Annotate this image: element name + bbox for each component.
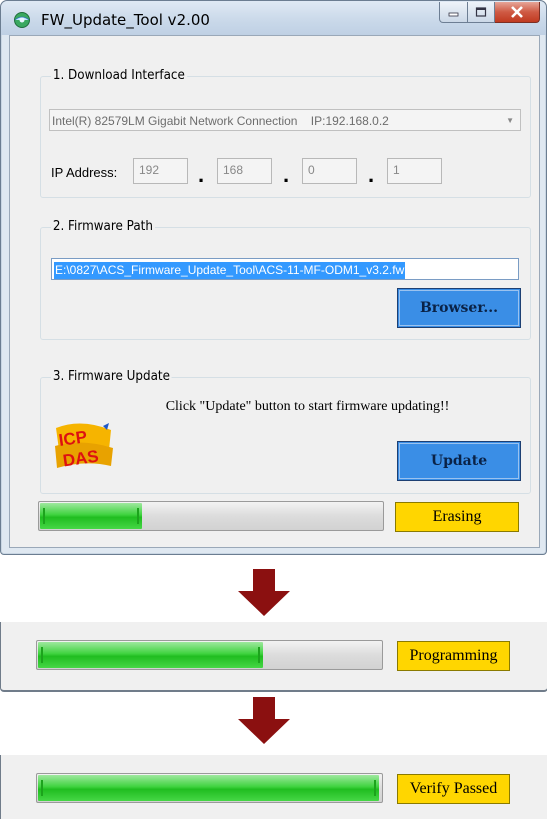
progress-fill-erasing xyxy=(40,503,142,529)
svg-text:ICP: ICP xyxy=(58,427,89,450)
programming-stage-strip: Programming xyxy=(0,622,547,692)
firmware-path-input[interactable]: E:\0827\ACS_Firmware_Update_Tool\ACS-11-… xyxy=(51,258,519,280)
ip-dot-2: . xyxy=(283,162,290,187)
firmware-update-group: 3. Firmware Update Click "Update" button… xyxy=(40,369,531,494)
minimize-icon xyxy=(448,12,458,17)
svg-text:DAS: DAS xyxy=(62,447,100,470)
download-interface-group: 1. Download Interface Intel(R) 82579LM G… xyxy=(40,68,531,198)
interface-dropdown[interactable]: Intel(R) 82579LM Gigabit Network Connect… xyxy=(49,109,521,131)
status-erasing: Erasing xyxy=(395,502,519,532)
progress-fill-verify xyxy=(38,775,379,801)
close-icon xyxy=(511,6,523,18)
title-bar[interactable]: FW_Update_Tool v2.00 xyxy=(1,1,546,35)
interface-value: Intel(R) 82579LM Gigabit Network Connect… xyxy=(52,114,389,128)
firmware-update-label: 3. Firmware Update xyxy=(51,369,172,384)
down-arrow-icon xyxy=(238,569,290,616)
progress-bar-erasing xyxy=(38,501,384,531)
browse-button[interactable]: Browser... xyxy=(397,288,521,328)
status-programming: Programming xyxy=(397,641,510,671)
window-title: FW_Update_Tool v2.00 xyxy=(41,11,210,29)
firmware-path-label: 2. Firmware Path xyxy=(51,219,155,234)
ip-dot-1: . xyxy=(198,162,205,187)
ip-octet-3[interactable]: 0 xyxy=(302,158,357,184)
progress-bar-programming xyxy=(36,640,383,670)
verify-stage-strip: Verify Passed xyxy=(0,755,547,819)
down-arrow-icon xyxy=(238,697,290,744)
icpdas-logo: ICP DAS xyxy=(55,423,113,470)
progress-fill-programming xyxy=(38,642,263,668)
down-arrow-icon: ▼ xyxy=(506,116,514,125)
ip-octet-2[interactable]: 168 xyxy=(217,158,272,184)
ip-address-label: IP Address: xyxy=(51,165,118,180)
minimize-button[interactable] xyxy=(439,2,468,23)
ip-octet-1[interactable]: 192 xyxy=(133,158,188,184)
firmware-path-value: E:\0827\ACS_Firmware_Update_Tool\ACS-11-… xyxy=(54,262,406,279)
app-globe-icon xyxy=(14,12,30,28)
maximize-icon xyxy=(475,7,487,17)
firmware-path-group: 2. Firmware Path E:\0827\ACS_Firmware_Up… xyxy=(40,219,531,340)
fw-update-window: FW_Update_Tool v2.00 1. Download Interfa… xyxy=(0,0,547,555)
download-interface-label: 1. Download Interface xyxy=(51,68,187,83)
close-button[interactable] xyxy=(495,2,540,23)
status-verify-passed: Verify Passed xyxy=(397,774,510,804)
ip-octet-4[interactable]: 1 xyxy=(387,158,442,184)
progress-bar-verify xyxy=(36,773,383,803)
update-hint-text: Click "Update" button to start firmware … xyxy=(165,399,450,414)
caption-buttons xyxy=(439,2,540,24)
maximize-button[interactable] xyxy=(468,2,495,23)
ip-dot-3: . xyxy=(368,162,375,187)
window-client-area: 1. Download Interface Intel(R) 82579LM G… xyxy=(9,35,540,548)
update-button[interactable]: Update xyxy=(397,441,521,481)
